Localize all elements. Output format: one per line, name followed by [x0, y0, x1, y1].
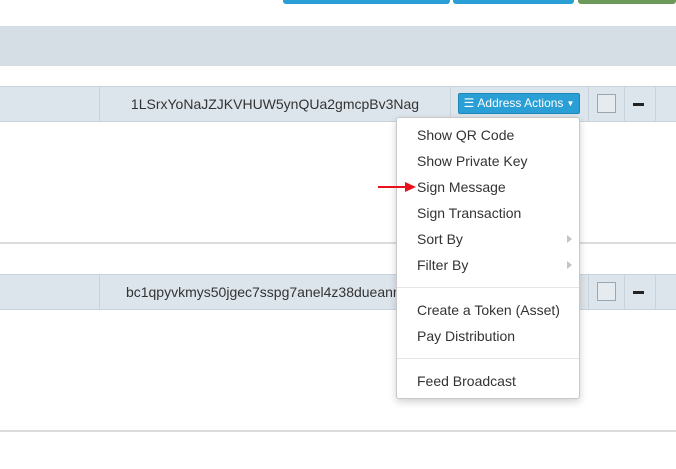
menu-item-label: Sort By [417, 231, 463, 247]
menu-item-filter-by[interactable]: Filter By [417, 255, 580, 275]
cell-divider [588, 87, 589, 121]
caret-down-icon: ▼ [566, 99, 575, 108]
red-arrow-icon [378, 182, 416, 192]
menu-item-show-private-key[interactable]: Show Private Key [417, 151, 567, 171]
menu-item-label: Filter By [417, 257, 469, 273]
top-primary-button-2[interactable] [453, 0, 574, 4]
cell-divider [588, 275, 589, 309]
address-actions-dropdown: Show QR Code Show Private Key Sign Messa… [396, 117, 580, 399]
top-primary-button-1[interactable] [283, 0, 450, 4]
section-header-band [0, 26, 676, 66]
address-actions-button[interactable]: ☰ Address Actions ▼ [458, 93, 580, 114]
caret-right-icon [567, 235, 572, 243]
select-checkbox[interactable] [597, 282, 616, 301]
menu-item-sign-transaction[interactable]: Sign Transaction [417, 203, 567, 223]
cell-divider [450, 87, 451, 121]
cell-divider [655, 275, 656, 309]
select-checkbox[interactable] [597, 94, 616, 113]
address-actions-label: Address Actions [477, 96, 564, 110]
caret-right-icon [567, 261, 572, 269]
cell-divider [624, 87, 625, 121]
row-separator [0, 430, 676, 432]
bars-icon: ☰ [463, 96, 475, 110]
menu-item-show-qr-code[interactable]: Show QR Code [417, 125, 567, 145]
menu-item-feed-broadcast[interactable]: Feed Broadcast [417, 371, 572, 391]
menu-item-pay-distribution[interactable]: Pay Distribution [417, 326, 572, 346]
cell-divider [655, 87, 656, 121]
menu-divider [397, 287, 579, 288]
menu-item-sort-by[interactable]: Sort By [417, 229, 580, 249]
menu-item-sign-message[interactable]: Sign Message [417, 177, 567, 197]
address-text: 1LSrxYoNaJZJKVHUW5ynQUa2gmcpBv3Nag [130, 96, 420, 112]
cell-divider [624, 275, 625, 309]
minus-icon[interactable] [633, 291, 644, 294]
menu-divider [397, 358, 579, 359]
top-success-button[interactable] [578, 0, 676, 4]
minus-icon[interactable] [633, 103, 644, 106]
menu-item-create-token[interactable]: Create a Token (Asset) [417, 300, 572, 320]
